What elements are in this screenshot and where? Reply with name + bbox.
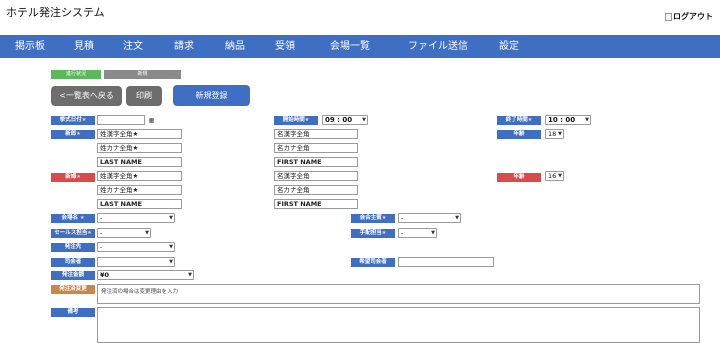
- vendor-select[interactable]: - ▼: [97, 242, 175, 252]
- bride-age-select[interactable]: 16 ▼: [545, 171, 564, 181]
- calendar-icon[interactable]: ▦: [148, 117, 155, 124]
- bride-mei-kana-input[interactable]: 名カナ全角: [274, 185, 358, 195]
- bride-age-label: 年齢: [497, 173, 541, 182]
- register-button[interactable]: 新規登録: [173, 85, 250, 106]
- vendor-label: 発注先: [51, 243, 95, 252]
- logout-link[interactable]: ログアウト: [665, 11, 713, 22]
- event-date-label: 挙式日付★: [51, 116, 95, 125]
- order-change-textarea[interactable]: 発注済の場合は変更理由を入力: [97, 284, 700, 304]
- host-select[interactable]: - ▼: [398, 213, 461, 223]
- groom-label: 新郎★: [51, 130, 95, 139]
- sales-label: セールス担当★: [51, 229, 95, 238]
- bride-sei-kana-input[interactable]: 姓カナ全角★: [97, 185, 182, 195]
- groom-age-label: 年齢: [497, 130, 541, 139]
- bride-label: 新婦★: [51, 173, 95, 182]
- arrangement-label: 手配担当★: [351, 229, 395, 238]
- host-label: 会合主賓★: [351, 214, 395, 223]
- chevron-down-icon: ▼: [431, 230, 435, 236]
- groom-mei-kana-input[interactable]: 名カナ全角: [274, 143, 358, 153]
- venue-select[interactable]: - ▼: [97, 213, 175, 223]
- chevron-down-icon: ▼: [169, 259, 173, 265]
- desired-mc-label: 希望司会者: [351, 258, 395, 267]
- groom-age-select[interactable]: 18 ▼: [545, 129, 564, 139]
- notes-textarea[interactable]: [97, 307, 700, 343]
- chevron-down-icon: ▼: [362, 117, 366, 123]
- nav-item-delivery[interactable]: 納品: [219, 35, 251, 58]
- nav-item-settings[interactable]: 設定: [493, 35, 525, 58]
- nav-item-venue-list[interactable]: 会場一覧: [324, 35, 376, 58]
- sales-select[interactable]: - ▼: [97, 228, 151, 238]
- notes-label: 備考: [51, 308, 95, 317]
- end-time-label: 終了時間★: [497, 116, 541, 125]
- chevron-down-icon: ▼: [585, 117, 589, 123]
- start-time-select[interactable]: 09 : 00 ▼: [322, 115, 368, 125]
- order-change-label: 発注済変更: [51, 285, 95, 294]
- end-time-select[interactable]: 10 : 00 ▼: [545, 115, 591, 125]
- groom-first-name-input[interactable]: FIRST NAME: [274, 157, 358, 167]
- desired-mc-input[interactable]: [398, 257, 494, 267]
- groom-sei-kana-input[interactable]: 姓カナ全角★: [97, 143, 182, 153]
- mc-select[interactable]: ▼: [97, 257, 175, 267]
- app-title: ホテル発注システム: [6, 6, 105, 19]
- start-time-label: 開始時間★: [274, 116, 318, 125]
- nav-item-invoice[interactable]: 請求: [168, 35, 200, 58]
- progress-status-label: 進行状況: [51, 70, 101, 79]
- chevron-down-icon: ▼: [558, 173, 562, 179]
- arrangement-select[interactable]: - ▼: [398, 228, 437, 238]
- bride-sei-kanji-input[interactable]: 姓漢字全角★: [97, 171, 182, 181]
- chevron-down-icon: ▼: [558, 131, 562, 137]
- order-amount-select[interactable]: ¥0 ▼: [97, 270, 194, 280]
- broken-image-icon: [665, 12, 672, 21]
- logout-label: ログアウト: [673, 12, 713, 21]
- bride-mei-kanji-input[interactable]: 名漢字全角: [274, 171, 358, 181]
- chevron-down-icon: ▼: [455, 215, 459, 221]
- print-button[interactable]: 印刷: [126, 86, 162, 106]
- main-navbar: 掲示板 見積 注文 請求 納品 受領 会場一覧 ファイル送信 設定: [0, 35, 720, 58]
- nav-item-receipt[interactable]: 受領: [269, 35, 301, 58]
- chevron-down-icon: ▼: [169, 215, 173, 221]
- event-date-input[interactable]: [97, 115, 145, 125]
- order-amount-label: 発注金額: [51, 271, 95, 280]
- chevron-down-icon: ▼: [188, 272, 192, 278]
- nav-item-estimate[interactable]: 見積: [68, 35, 100, 58]
- nav-item-order[interactable]: 注文: [117, 35, 149, 58]
- groom-mei-kanji-input[interactable]: 名漢字全角: [274, 129, 358, 139]
- mc-label: 司会者: [51, 258, 95, 267]
- back-to-list-button[interactable]: <一覧表へ戻る: [51, 86, 122, 106]
- nav-item-bulletin[interactable]: 掲示板: [8, 35, 52, 58]
- bride-last-name-input[interactable]: LAST NAME: [97, 199, 182, 209]
- bride-first-name-input[interactable]: FIRST NAME: [274, 199, 358, 209]
- chevron-down-icon: ▼: [145, 230, 149, 236]
- progress-status-value: 新規: [104, 70, 181, 79]
- groom-sei-kanji-input[interactable]: 姓漢字全角★: [97, 129, 182, 139]
- groom-last-name-input[interactable]: LAST NAME: [97, 157, 182, 167]
- nav-item-file-send[interactable]: ファイル送信: [402, 35, 474, 58]
- venue-label: 会場名 ★: [51, 214, 95, 223]
- chevron-down-icon: ▼: [169, 244, 173, 250]
